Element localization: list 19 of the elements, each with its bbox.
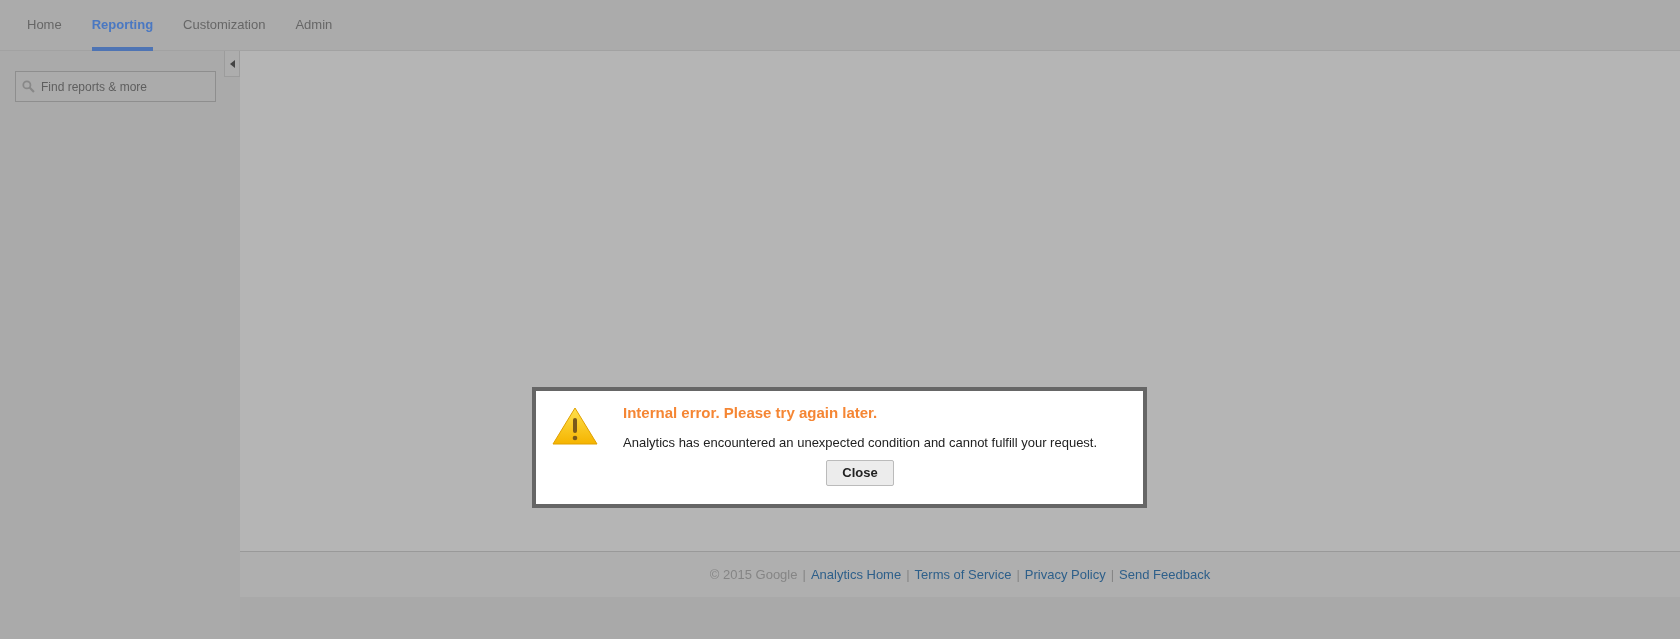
nav-tab[interactable]: Customization (168, 0, 281, 50)
search-field[interactable]: Find reports & more (15, 71, 216, 102)
nav-tab[interactable]: Admin (280, 0, 348, 50)
close-button[interactable]: Close (826, 460, 894, 486)
dialog-message: Analytics has encountered an unexpected condition and cannot fulfill your request. (623, 433, 1098, 452)
footer-link[interactable]: Send Feedback (1119, 564, 1211, 585)
separator: | (906, 565, 910, 584)
nav-tab[interactable]: Home (12, 0, 77, 50)
separator: | (802, 565, 806, 584)
footer-link[interactable]: Privacy Policy (1024, 564, 1106, 585)
warning-icon (552, 407, 598, 445)
footer-link[interactable]: Terms of Service (914, 564, 1012, 585)
separator: | (1110, 565, 1115, 584)
dialog-title: Internal error. Please try again later. (623, 403, 879, 423)
collapse-toggle[interactable] (224, 51, 240, 77)
caret-icon (229, 59, 235, 68)
nav-tab[interactable]: Reporting (76, 0, 169, 50)
separator: | (1016, 565, 1020, 584)
footer-link[interactable]: Analytics Home (810, 564, 902, 585)
